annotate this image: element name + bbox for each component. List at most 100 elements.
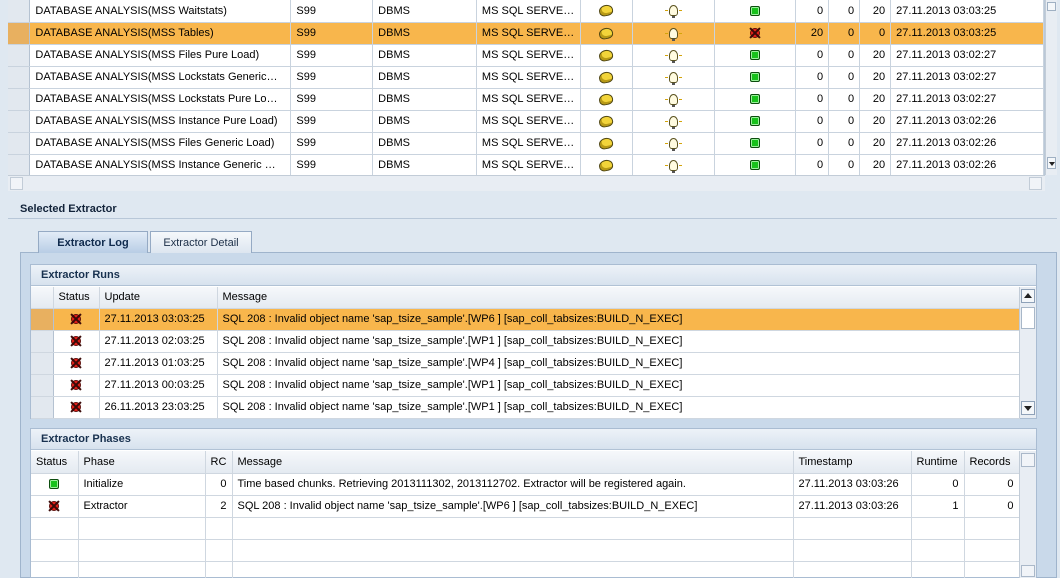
count-cell: 0 <box>828 22 861 45</box>
table-row[interactable]: DATABASE ANALYSIS(MSS Files Pure Load) S9… <box>8 44 1044 67</box>
row-selector[interactable] <box>31 308 54 331</box>
table-row[interactable]: 27.11.2013 02:03:25 SQL 208 : Invalid obj… <box>31 330 1020 353</box>
database-cell: MS SQL SERVE… <box>476 132 581 155</box>
row-selector[interactable] <box>8 132 31 155</box>
table-row[interactable]: Extractor 2 SQL 208 : Invalid object name … <box>31 495 1020 518</box>
count-cell: 20 <box>859 88 892 111</box>
scroll-left-button[interactable] <box>10 177 23 190</box>
extractor-phases-panel: Extractor Phases Status Phase RC Message… <box>30 428 1037 578</box>
phases-scrollbar[interactable] <box>1019 451 1036 578</box>
table-row[interactable]: DATABASE ANALYSIS(MSS Tables) S99 DBMS MS S… <box>8 22 1044 45</box>
row-selector[interactable] <box>8 44 31 67</box>
status-cell <box>714 0 797 23</box>
records-cell: 0 <box>964 495 1020 518</box>
row-selector[interactable] <box>31 352 54 375</box>
table-row[interactable]: DATABASE ANALYSIS(MSS Instance Generic …… <box>8 154 1044 177</box>
type-cell <box>580 0 633 23</box>
empty-cell <box>78 517 206 540</box>
top-horizontal-scrollbar[interactable] <box>8 175 1045 191</box>
status-green-icon <box>749 116 760 127</box>
table-row[interactable]: 27.11.2013 03:03:25 SQL 208 : Invalid obj… <box>31 308 1020 331</box>
count-cell: 0 <box>795 44 830 67</box>
row-selector[interactable] <box>31 396 54 419</box>
column-header-rc[interactable]: RC <box>205 451 233 474</box>
table-row[interactable]: 27.11.2013 00:03:25 SQL 208 : Invalid obj… <box>31 374 1020 397</box>
empty-cell <box>232 517 794 540</box>
column-header-phase[interactable]: Phase <box>78 451 206 474</box>
scroll-up-button[interactable] <box>1021 289 1035 303</box>
status-cell <box>53 352 100 375</box>
table-row[interactable]: 27.11.2013 01:03:25 SQL 208 : Invalid obj… <box>31 352 1020 375</box>
category-cell: DBMS <box>372 154 477 177</box>
row-selector[interactable] <box>31 330 54 353</box>
table-row[interactable]: DATABASE ANALYSIS(MSS Instance Pure Load… <box>8 110 1044 133</box>
status-green-icon <box>749 138 760 149</box>
status-cell <box>714 44 797 67</box>
activity-cell <box>632 0 715 23</box>
type-cell <box>580 22 633 45</box>
column-header-message[interactable]: Message <box>217 287 1020 309</box>
timestamp-cell: 27.11.2013 03:03:26 <box>793 473 912 496</box>
top-vertical-scrollbar[interactable] <box>1045 0 1057 175</box>
column-header-message[interactable]: Message <box>232 451 794 474</box>
row-selector[interactable] <box>8 66 31 89</box>
timestamp-cell: 27.11.2013 03:02:26 <box>890 132 1044 155</box>
row-selector[interactable] <box>8 110 31 133</box>
column-header-timestamp[interactable]: Timestamp <box>793 451 912 474</box>
count-cell: 0 <box>828 44 861 67</box>
message-cell: SQL 208 : Invalid object name 'sap_tsize… <box>232 495 794 518</box>
light-bulb-icon <box>668 71 678 85</box>
table-row[interactable]: DATABASE ANALYSIS(MSS Lockstats Pure Lo…… <box>8 88 1044 111</box>
column-header-status[interactable]: Status <box>53 287 100 309</box>
selected-extractor-title: Selected Extractor <box>20 203 117 215</box>
tab-extractor-detail[interactable]: Extractor Detail <box>150 231 252 253</box>
status-red-icon <box>71 358 81 369</box>
row-selector[interactable] <box>8 88 31 111</box>
tab-extractor-log[interactable]: Extractor Log <box>38 231 148 253</box>
empty-cell <box>205 517 233 540</box>
message-cell: Time based chunks. Retrieving 2013111302… <box>232 473 794 496</box>
row-selector[interactable] <box>8 0 31 23</box>
table-row[interactable]: DATABASE ANALYSIS(MSS Waitstats) S99 DBMS M… <box>8 0 1044 23</box>
table-row[interactable]: DATABASE ANALYSIS(MSS Files Generic Load… <box>8 132 1044 155</box>
activity-cell <box>632 66 715 89</box>
scroll-up-button[interactable] <box>1021 453 1035 467</box>
row-selector[interactable] <box>8 154 31 177</box>
type-cell <box>580 66 633 89</box>
empty-cell <box>31 539 79 562</box>
extractor-name-cell: DATABASE ANALYSIS(MSS Instance Pure Load… <box>29 110 292 133</box>
scroll-right-button[interactable] <box>1029 177 1042 190</box>
row-selector[interactable] <box>31 374 54 397</box>
message-cell: SQL 208 : Invalid object name 'sap_tsize… <box>217 330 1020 353</box>
scroll-up-button[interactable] <box>1047 2 1056 11</box>
system-id-cell: S99 <box>290 132 374 155</box>
scroll-down-button[interactable] <box>1047 157 1056 169</box>
empty-cell <box>232 561 794 578</box>
status-cell <box>714 88 797 111</box>
chevron-up-icon <box>1024 293 1032 298</box>
column-header-records[interactable]: Records <box>964 451 1020 474</box>
light-bulb-icon <box>668 49 678 63</box>
scroll-down-button[interactable] <box>1021 565 1035 577</box>
records-cell: 0 <box>964 473 1020 496</box>
table-row[interactable]: DATABASE ANALYSIS(MSS Lockstats Generic…… <box>8 66 1044 89</box>
table-row[interactable]: 26.11.2013 23:03:25 SQL 208 : Invalid obj… <box>31 396 1020 419</box>
scroll-thumb[interactable] <box>1021 307 1035 329</box>
table-row[interactable]: Initialize 0 Time based chunks. Retrieving… <box>31 473 1020 496</box>
scroll-down-button[interactable] <box>1021 401 1035 415</box>
system-id-cell: S99 <box>290 110 374 133</box>
column-header-status[interactable]: Status <box>31 451 79 474</box>
activity-cell <box>632 132 715 155</box>
column-header-update[interactable]: Update <box>99 287 218 309</box>
type-cell <box>580 44 633 67</box>
system-id-cell: S99 <box>290 22 374 45</box>
light-bulb-icon <box>668 93 678 107</box>
database-cell: MS SQL SERVE… <box>476 154 581 177</box>
runs-scrollbar[interactable] <box>1019 287 1036 418</box>
row-selector[interactable] <box>8 22 31 45</box>
count-cell: 0 <box>795 88 830 111</box>
column-header-runtime[interactable]: Runtime <box>911 451 965 474</box>
update-cell: 27.11.2013 01:03:25 <box>99 352 218 375</box>
status-cell <box>714 154 797 177</box>
count-cell: 0 <box>828 110 861 133</box>
